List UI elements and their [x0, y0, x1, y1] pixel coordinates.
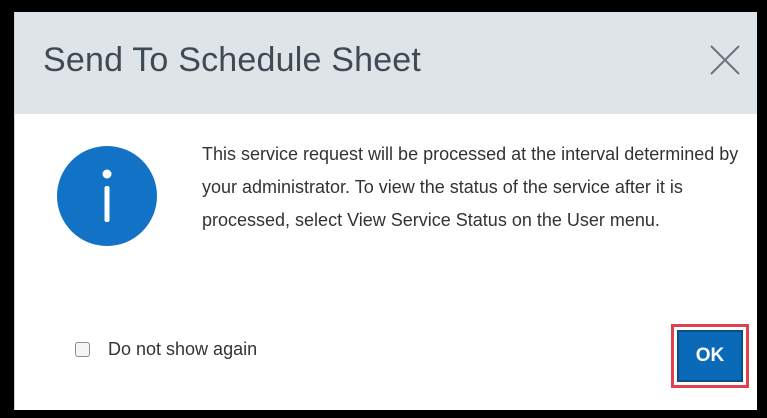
info-icon [57, 146, 157, 246]
send-to-schedule-sheet-dialog: Send To Schedule Sheet This service requ… [14, 12, 757, 410]
do-not-show-again-option: Do not show again [75, 337, 257, 361]
dialog-title: Send To Schedule Sheet [43, 41, 422, 79]
do-not-show-again-label[interactable]: Do not show again [108, 339, 257, 360]
do-not-show-again-checkbox[interactable] [75, 341, 90, 357]
close-icon [710, 45, 740, 75]
dialog-message: This service request will be processed a… [202, 144, 739, 230]
ok-button-highlight: OK [671, 324, 749, 388]
close-button[interactable] [707, 42, 743, 78]
dialog-header: Send To Schedule Sheet [15, 12, 757, 114]
ok-button[interactable]: OK [677, 330, 743, 382]
